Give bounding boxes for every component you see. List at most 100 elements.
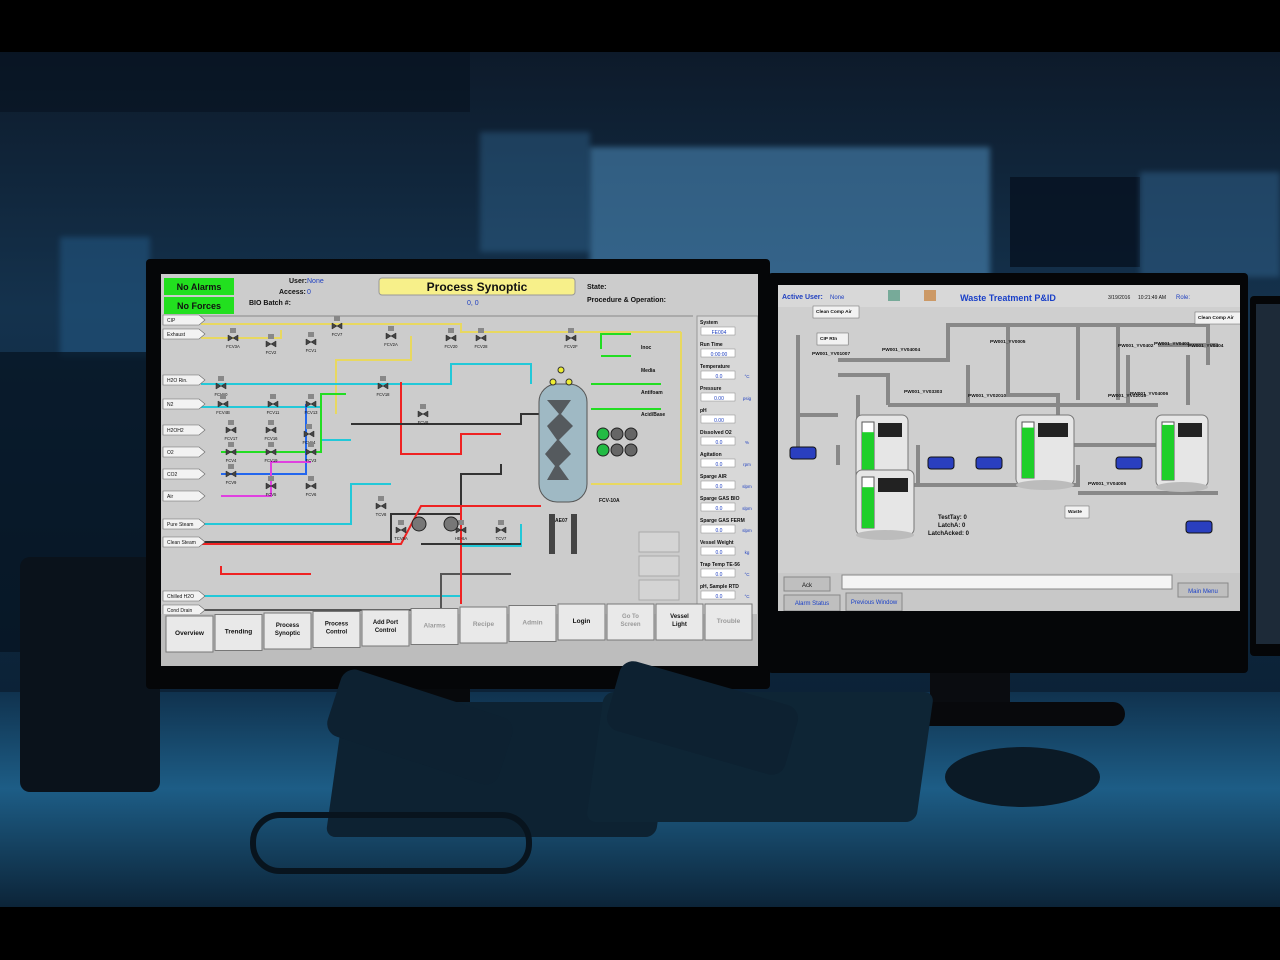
- pipe-label: Waste: [1068, 509, 1082, 515]
- valve-label: FCV13: [304, 410, 318, 415]
- toolbar-icon[interactable]: [888, 290, 900, 301]
- pump-icon[interactable]: [411, 516, 427, 532]
- nav-button-label: Process: [325, 622, 349, 628]
- input-label: H2O Rin.: [167, 378, 188, 384]
- parameter-value: 0.0: [716, 594, 723, 600]
- parameter-label: Trap Temp TE-56: [700, 562, 740, 568]
- parameter-label: Sparge GAS BIO: [700, 496, 740, 502]
- indicator-light-icon: [557, 366, 565, 374]
- no-forces-text: No Forces: [177, 301, 221, 311]
- pump-icon[interactable]: [975, 456, 1003, 470]
- status-line: TestTay: 0: [938, 515, 967, 521]
- pipe-label: PW001_YV04004: [882, 347, 920, 353]
- parameter-label: Pressure: [700, 386, 722, 392]
- indicator-light-icon: [549, 378, 557, 386]
- parameter-label: System: [700, 320, 718, 326]
- parameter-label: pH: [700, 408, 707, 414]
- pipe-label: PW001_YV01007: [812, 351, 850, 357]
- side-action-button[interactable]: [638, 531, 680, 553]
- addition-label: AE07: [555, 518, 568, 524]
- parameter-unit: kg: [745, 550, 750, 555]
- valve-actuator-icon: [334, 316, 340, 321]
- pipe-label: PW001_YV0403: [1154, 341, 1190, 347]
- pump-icon[interactable]: [1185, 520, 1213, 534]
- valve-actuator-icon: [268, 420, 274, 425]
- parameter-unit: psig: [743, 396, 752, 401]
- valve-actuator-icon: [308, 394, 314, 399]
- pipe-label: Clean Comp Air: [816, 309, 852, 315]
- valve-actuator-icon: [268, 442, 274, 447]
- right-monitor: Active User: None Waste Treatment P&ID 3…: [768, 273, 1248, 673]
- level-fill: [1162, 424, 1174, 480]
- status-line: LatchAcked: 0: [928, 531, 970, 537]
- background-monitor: [60, 237, 150, 357]
- parameter-unit: slpm: [742, 484, 752, 489]
- pump-icon[interactable]: [443, 516, 459, 532]
- valve-label: FCV8: [418, 420, 429, 425]
- valve-label: FCV2F: [564, 344, 578, 349]
- waste-treatment-screen: Active User: None Waste Treatment P&ID 3…: [778, 285, 1240, 611]
- nav-button-label: Light: [672, 622, 687, 628]
- side-action-button[interactable]: [638, 579, 680, 601]
- valve-label: FCV16: [264, 436, 278, 441]
- alarm-message-field[interactable]: [841, 574, 1173, 590]
- background-shadow: [0, 52, 470, 112]
- input-label: H2OH2: [167, 428, 184, 434]
- parameter-value: 0.0: [716, 484, 723, 490]
- parameter-label: Sparge GAS FERM: [700, 518, 745, 524]
- input-label: Clean Steam: [167, 540, 196, 546]
- valve-actuator-icon: [380, 376, 386, 381]
- parameter-label: Dissolved O2: [700, 430, 732, 436]
- pump-icon[interactable]: [927, 456, 955, 470]
- parameter-value: 0.0: [716, 550, 723, 556]
- valve-actuator-icon: [308, 476, 314, 481]
- pipe-label: CIP Rtn: [820, 336, 837, 342]
- valve-actuator-icon: [218, 376, 224, 381]
- input-label: CO2: [167, 472, 178, 478]
- computer-mouse: [945, 747, 1100, 807]
- valve-label: FCV3A: [226, 344, 240, 349]
- nav-button-label: Go To: [622, 614, 639, 620]
- valve-actuator-icon: [228, 442, 234, 447]
- date-text: 3/19/2016: [1108, 295, 1130, 301]
- side-action-button[interactable]: [638, 555, 680, 577]
- parameter-label: Agitation: [700, 452, 722, 458]
- time-text: 10:21:49 AM: [1138, 295, 1166, 301]
- pump-icon[interactable]: [1115, 456, 1143, 470]
- main-menu-label: Main Menu: [1188, 589, 1218, 595]
- valve-actuator-icon: [308, 442, 314, 447]
- parameter-value: 0.0: [716, 440, 723, 446]
- addition-label: Antifoam: [641, 390, 663, 396]
- tank-display: [878, 423, 902, 437]
- valve-label: FCV3: [306, 458, 317, 463]
- valve-label: FCV9: [226, 480, 237, 485]
- indicator-light-icon: [565, 378, 573, 386]
- pipe-label: PW001_YV03303: [904, 389, 942, 395]
- valve-actuator-icon: [568, 328, 574, 333]
- toolbar-icon[interactable]: [924, 290, 936, 301]
- valve-label: FCV19: [264, 458, 278, 463]
- no-alarms-text: No Alarms: [177, 282, 222, 292]
- nav-button-label: Overview: [175, 630, 205, 637]
- waste-treatment-diagram: Active User: None Waste Treatment P&ID 3…: [778, 285, 1240, 611]
- pump-icon[interactable]: [789, 446, 817, 460]
- valve-label: FCV18: [376, 392, 390, 397]
- parameter-value: 0.00: [714, 418, 724, 424]
- sensor-gauge-icon: [624, 443, 638, 457]
- parameter-unit: %: [745, 440, 749, 445]
- third-monitor-screen: [1256, 304, 1280, 644]
- parameter-value: 0.0: [716, 572, 723, 578]
- valve-actuator-icon: [398, 520, 404, 525]
- input-label: Air: [167, 494, 173, 500]
- valve-actuator-icon: [220, 394, 226, 399]
- parameter-unit: slpm: [742, 506, 752, 511]
- valve-label: TCV8: [376, 512, 387, 517]
- valve-label: FCV2A: [384, 342, 398, 347]
- active-user-label: Active User:: [782, 294, 823, 301]
- pipe-label: PW001_YV04005: [1088, 481, 1126, 487]
- input-label: N2: [167, 402, 174, 408]
- access-value: 0: [307, 289, 311, 296]
- parameter-label: Sparge AIR: [700, 474, 727, 480]
- valve-actuator-icon: [230, 328, 236, 333]
- page-title: Process Synoptic: [427, 280, 528, 294]
